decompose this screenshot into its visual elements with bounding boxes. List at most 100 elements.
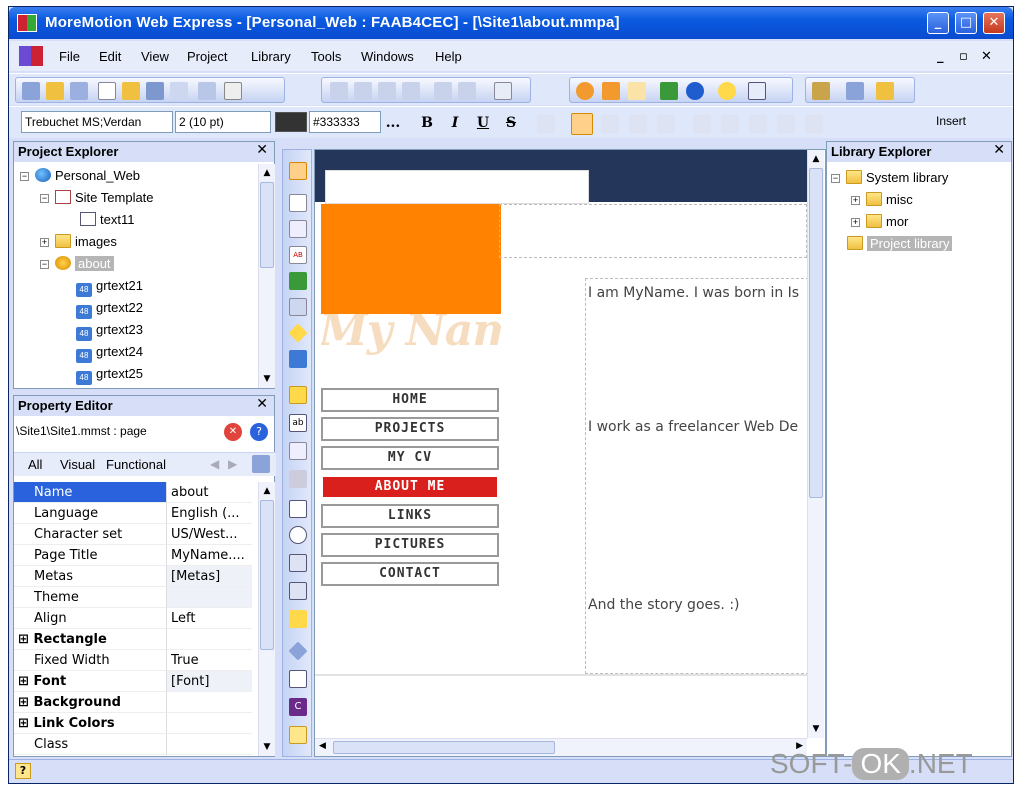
strikethrough-button[interactable]: S [501, 113, 521, 133]
tree-item-misc[interactable]: + misc [851, 190, 913, 210]
mdi-close-button[interactable]: ✕ [981, 49, 992, 64]
property-row[interactable]: Class [14, 734, 252, 755]
mdi-restore-button[interactable]: ▫ [959, 49, 968, 64]
property-value[interactable]: True [166, 650, 252, 671]
scroll-up-icon[interactable]: ▲ [260, 484, 274, 498]
scroll-up-icon[interactable]: ▲ [809, 152, 823, 166]
tree-item-personal-web[interactable]: − Personal_Web [20, 166, 140, 186]
script-tool-icon[interactable] [289, 726, 307, 744]
text-tool-icon[interactable] [289, 220, 307, 238]
property-value[interactable] [166, 587, 252, 608]
info-icon[interactable] [686, 82, 704, 100]
window-icon[interactable] [748, 82, 766, 100]
property-row[interactable]: Character set US/West... [14, 524, 252, 545]
button-tool-icon[interactable] [289, 470, 307, 488]
paragraph-icon[interactable] [537, 115, 555, 133]
tab-next-icon[interactable]: ▶ [228, 457, 237, 471]
scroll-left-icon[interactable]: ◀ [319, 741, 326, 751]
property-value[interactable]: US/West... [166, 524, 252, 545]
minimize-button[interactable]: _ [927, 12, 949, 34]
indent-icon[interactable] [777, 115, 795, 133]
property-value[interactable]: [Font] [166, 671, 252, 692]
scroll-down-icon[interactable]: ▼ [809, 722, 823, 736]
menu-project[interactable]: Project [187, 49, 227, 64]
expand-icon[interactable]: + [40, 238, 49, 247]
menu-view[interactable]: View [141, 49, 169, 64]
shape-tool-icon[interactable] [288, 323, 308, 343]
property-row[interactable]: Metas [Metas] [14, 566, 252, 587]
delete-icon[interactable] [402, 82, 420, 100]
table-tool-icon[interactable] [289, 554, 307, 572]
property-value[interactable]: MyName.... [166, 545, 252, 566]
div-tool-icon[interactable] [289, 194, 307, 212]
numbered-list-icon[interactable] [693, 115, 711, 133]
maximize-button[interactable]: □ [955, 12, 977, 34]
justify-icon[interactable] [657, 115, 675, 133]
new-file-icon[interactable] [98, 82, 116, 100]
tree-item-site-template[interactable]: − Site Template [40, 188, 154, 208]
mdi-minimize-button[interactable]: _ [937, 49, 944, 64]
property-row[interactable]: Page Title MyName.... [14, 545, 252, 566]
property-category-row[interactable]: ⊞ Font [Font] [14, 671, 252, 692]
property-category-row[interactable]: ⊞ Background [14, 692, 252, 713]
property-value[interactable] [166, 734, 252, 755]
property-value[interactable]: Left [166, 608, 252, 629]
collapse-icon[interactable]: − [40, 260, 49, 269]
document-icon[interactable] [19, 46, 43, 66]
collapse-icon[interactable]: − [40, 194, 49, 203]
menu-edit[interactable]: Edit [99, 49, 121, 64]
menu-file[interactable]: File [59, 49, 80, 64]
insert-dropdown[interactable]: Insert [933, 111, 1001, 133]
text-color-value[interactable]: #333333 [309, 111, 381, 133]
project-explorer-scrollbar[interactable]: ▲ ▼ [258, 164, 275, 388]
italic-button[interactable]: I [445, 113, 465, 133]
scroll-down-icon[interactable]: ▼ [260, 740, 274, 754]
property-category-row[interactable]: ⊞ Rectangle [14, 629, 252, 650]
scroll-thumb-h[interactable] [333, 741, 555, 754]
cut-icon[interactable] [330, 82, 348, 100]
property-value[interactable]: English (... [166, 503, 252, 524]
nav-contact-button[interactable]: CONTACT [321, 562, 499, 586]
list-tool-icon[interactable] [289, 670, 307, 688]
abc-text-tool-icon[interactable]: AB [289, 246, 307, 264]
close-button[interactable]: ✕ [983, 12, 1005, 34]
font-family-select[interactable]: Trebuchet MS;Verdan [21, 111, 173, 133]
panel-tool-icon[interactable] [289, 386, 307, 404]
component-tool-icon[interactable]: C [289, 698, 307, 716]
tree-item-project-library[interactable]: Project library [847, 234, 953, 254]
save-icon[interactable] [146, 82, 164, 100]
open-icon[interactable] [122, 82, 140, 100]
design-mode-icon[interactable] [602, 82, 620, 100]
font-size-select[interactable]: 2 (10 pt) [175, 111, 271, 133]
tree-item-mor[interactable]: + mor [851, 212, 908, 232]
pointer-tool-icon[interactable] [289, 162, 307, 180]
list-indent-icon[interactable] [805, 115, 823, 133]
more-options-button[interactable]: ... [383, 113, 403, 133]
property-row[interactable]: Name about [14, 482, 252, 503]
content-text-area[interactable]: I am MyName. I was born in Is I work as … [585, 278, 809, 674]
split-mode-icon[interactable] [628, 82, 646, 100]
menu-tools[interactable]: Tools [311, 49, 341, 64]
clear-icon[interactable]: ✕ [224, 423, 242, 441]
tree-item-grtext24[interactable]: 48 grtext24 [76, 342, 143, 363]
nav-aboutme-button[interactable]: ABOUT ME [321, 475, 499, 499]
tree-item-text11[interactable]: text11 [80, 210, 134, 230]
underline-button[interactable]: U [473, 113, 493, 133]
tree-item-grtext25[interactable]: 48 grtext25 [76, 364, 143, 385]
expand-category-icon[interactable]: ⊞ [18, 674, 29, 689]
copy-edit-icon[interactable] [354, 82, 372, 100]
grid-icon[interactable] [846, 82, 864, 100]
library-explorer-close-button[interactable]: ✕ [993, 142, 1005, 158]
nav-pictures-button[interactable]: PICTURES [321, 533, 499, 557]
find-icon[interactable] [494, 82, 512, 100]
open-folder-icon[interactable] [46, 82, 64, 100]
bold-button[interactable]: B [417, 113, 437, 133]
tab-functional[interactable]: Functional [106, 457, 166, 472]
help-status-icon[interactable]: ? [15, 763, 31, 779]
tab-all[interactable]: All [28, 457, 42, 472]
preview-mode-icon[interactable] [576, 82, 594, 100]
tab-visual[interactable]: Visual [60, 457, 95, 472]
menu-help[interactable]: Help [435, 49, 462, 64]
scroll-thumb[interactable] [260, 500, 274, 650]
collapse-icon[interactable]: − [20, 172, 29, 181]
